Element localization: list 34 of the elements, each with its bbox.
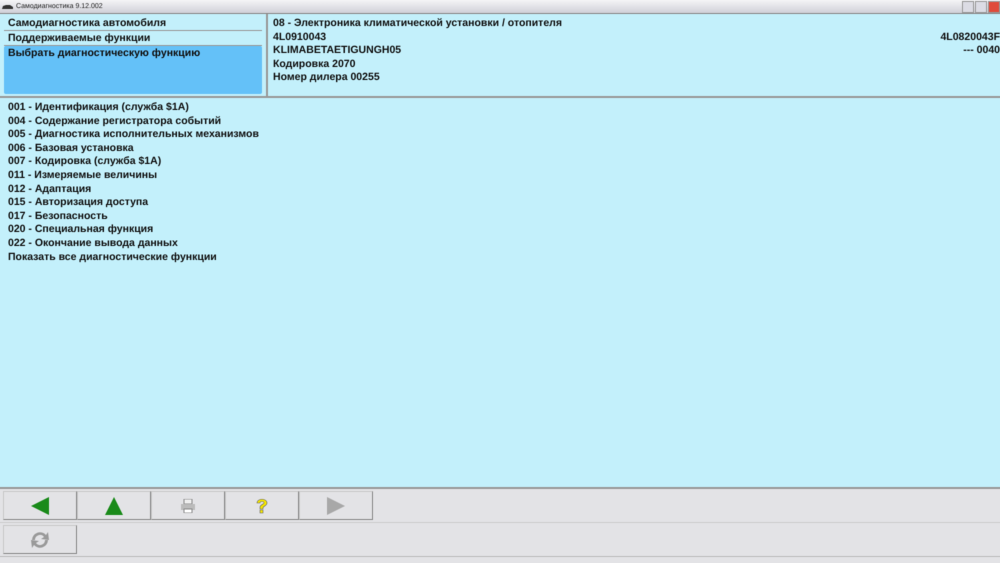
car-icon: [2, 4, 13, 10]
function-item[interactable]: 020 - Специальная функция: [8, 223, 992, 237]
function-item[interactable]: 011 - Измеряемые величины: [8, 168, 992, 183]
maximize-button[interactable]: [975, 0, 987, 12]
info-text: 08 - Электроника климатической установки / отопителя: [273, 17, 562, 30]
close-button[interactable]: [988, 0, 1000, 12]
up-button[interactable]: [77, 491, 151, 520]
function-item[interactable]: Показать все диагностические функции: [8, 250, 992, 264]
function-item[interactable]: 001 - Идентификация (служба $1A): [8, 101, 992, 115]
function-item[interactable]: 004 - Содержание регистратора событий: [8, 114, 992, 128]
function-item[interactable]: 012 - Адаптация: [8, 182, 992, 196]
function-item[interactable]: 017 - Безопасность: [8, 210, 992, 224]
function-item[interactable]: 015 - Авторизация доступа: [8, 196, 992, 210]
function-item[interactable]: 007 - Кодировка (служба $1A): [8, 155, 992, 169]
navigation-item[interactable]: Самодиагностика автомобиля: [4, 16, 262, 31]
question-mark-icon: [256, 498, 268, 514]
info-text: KLIMABETAETIGUNGH05: [273, 44, 402, 58]
info-text: --- 0040: [963, 44, 1000, 58]
help-button[interactable]: [225, 491, 299, 520]
minimize-button[interactable]: [962, 0, 974, 12]
function-item[interactable]: 006 - Базовая установка: [8, 142, 992, 156]
right-triangle-icon: [326, 496, 346, 516]
info-text: Кодировка 2070: [273, 58, 356, 71]
navigation-item[interactable]: Выбрать диагностическую функцию: [4, 46, 262, 94]
info-text: 4L0910043: [273, 30, 326, 44]
navigation-item[interactable]: Поддерживаемые функции: [4, 31, 262, 46]
left-triangle-icon: [30, 496, 50, 516]
back-button[interactable]: [3, 491, 77, 520]
function-item[interactable]: 022 - Окончание вывода данных: [8, 236, 992, 251]
function-item[interactable]: 005 - Диагностика исполнительных механизмов: [8, 128, 992, 142]
info-text: 4L0820043F: [940, 30, 1000, 44]
info-text: Номер дилера 00255: [273, 71, 380, 84]
up-triangle-icon: [104, 496, 124, 516]
printer-icon: [180, 498, 196, 512]
